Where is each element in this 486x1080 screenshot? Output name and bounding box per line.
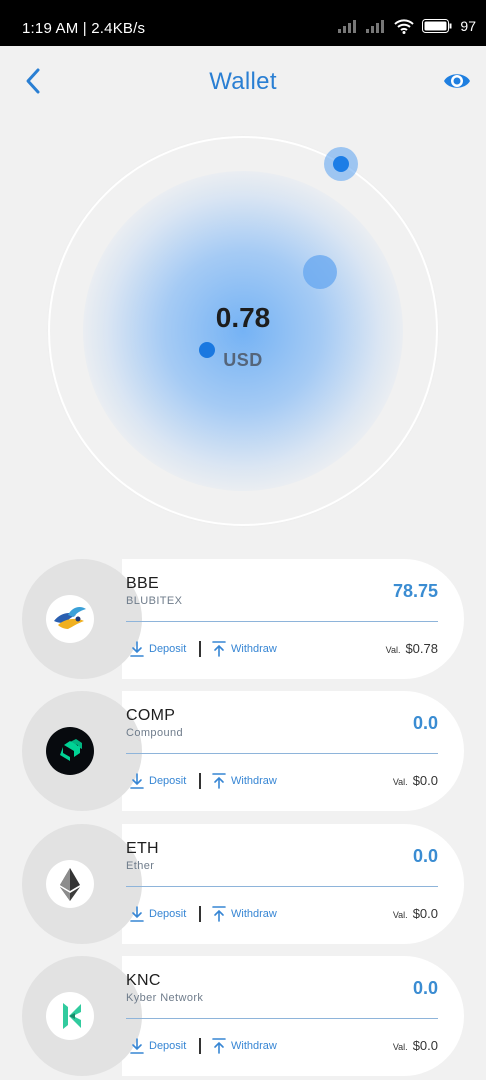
token-name: Kyber Network	[126, 992, 204, 1004]
balance-currency: USD	[223, 350, 263, 370]
balance-value: 0.78	[215, 302, 271, 333]
signal-icon-2	[366, 20, 385, 33]
kyber-icon	[46, 992, 94, 1040]
token-symbol: COMP	[126, 707, 176, 724]
divider	[126, 886, 438, 887]
battery-icon	[422, 19, 452, 33]
value-amount: $0.78	[405, 641, 438, 656]
status-time: 1:19 AM | 2.4KB/s	[22, 20, 146, 37]
deposit-button[interactable]: Deposit	[130, 906, 186, 922]
upload-icon	[212, 773, 226, 789]
token-name: BLUBITEX	[126, 595, 183, 607]
token-name: Ether	[126, 860, 155, 872]
divider	[126, 621, 438, 622]
token-symbol: KNC	[126, 972, 161, 989]
download-icon	[130, 1038, 144, 1054]
divider	[199, 773, 201, 789]
deposit-label: Deposit	[149, 643, 187, 655]
status-icons: 97	[338, 18, 476, 34]
download-icon	[130, 641, 144, 657]
value-amount: $0.0	[412, 1038, 438, 1053]
token-icon-container	[22, 824, 142, 944]
toggle-visibility-button[interactable]	[442, 68, 472, 94]
token-value: Val. $0.0	[393, 906, 438, 921]
divider	[199, 1038, 201, 1054]
deposit-button[interactable]: Deposit	[130, 773, 186, 789]
value-label: Val.	[392, 777, 408, 787]
divider	[126, 1018, 438, 1019]
deposit-button[interactable]: Deposit	[130, 1038, 186, 1054]
token-value: Val. $0.78	[386, 641, 438, 656]
token-icon-container	[22, 559, 142, 679]
token-card-comp[interactable]: COMP Compound 0.0 Deposit Withdraw Val. …	[22, 691, 464, 811]
token-amount: 0.0	[412, 713, 438, 733]
withdraw-button[interactable]: Withdraw	[212, 906, 277, 922]
deposit-label: Deposit	[149, 908, 187, 920]
download-icon	[130, 773, 144, 789]
token-name: Compound	[126, 727, 184, 739]
orbit-dot	[324, 147, 358, 181]
divider	[126, 753, 438, 754]
balance-display: 0.78 USD	[48, 136, 438, 526]
value-amount: $0.0	[412, 906, 438, 921]
signal-icon	[338, 20, 357, 33]
eye-icon	[444, 74, 470, 88]
ethereum-icon	[46, 860, 94, 908]
token-symbol: BBE	[126, 575, 159, 592]
withdraw-button[interactable]: Withdraw	[212, 641, 277, 657]
token-icon-container	[22, 691, 142, 811]
token-value: Val. $0.0	[393, 1038, 438, 1053]
upload-icon	[212, 906, 226, 922]
upload-icon	[212, 1038, 226, 1054]
wifi-icon	[394, 18, 415, 34]
withdraw-button[interactable]: Withdraw	[212, 773, 277, 789]
withdraw-button[interactable]: Withdraw	[212, 1038, 277, 1054]
value-label: Val.	[392, 1042, 408, 1052]
deposit-label: Deposit	[149, 1040, 187, 1052]
download-icon	[130, 906, 144, 922]
withdraw-label: Withdraw	[231, 908, 277, 920]
withdraw-label: Withdraw	[231, 643, 277, 655]
orbit-dot	[303, 255, 337, 289]
upload-icon	[212, 641, 226, 657]
deposit-button[interactable]: Deposit	[130, 641, 186, 657]
deposit-label: Deposit	[149, 775, 187, 787]
withdraw-label: Withdraw	[231, 775, 277, 787]
withdraw-label: Withdraw	[231, 1040, 277, 1052]
token-card-bbe[interactable]: BBE BLUBITEX 78.75 Deposit Withdraw Val.…	[22, 559, 464, 679]
compound-icon	[46, 727, 94, 775]
token-symbol: ETH	[126, 840, 159, 857]
token-card-eth[interactable]: ETH Ether 0.0 Deposit Withdraw Val. $0.0	[22, 824, 464, 944]
value-label: Val.	[392, 910, 408, 920]
header: Wallet	[0, 46, 486, 116]
token-value: Val. $0.0	[393, 773, 438, 788]
value-label: Val.	[385, 645, 401, 655]
divider	[199, 906, 201, 922]
blubitex-bird-icon	[46, 595, 94, 643]
page-title: Wallet	[209, 68, 277, 95]
token-icon-container	[22, 956, 142, 1076]
status-bar: 1:19 AM | 2.4KB/s 97	[0, 0, 486, 46]
token-amount: 0.0	[412, 846, 438, 866]
battery-percent: 97	[460, 18, 476, 34]
token-amount: 0.0	[412, 978, 438, 998]
value-amount: $0.0	[412, 773, 438, 788]
divider	[199, 641, 201, 657]
token-card-knc[interactable]: KNC Kyber Network 0.0 Deposit Withdraw V…	[22, 956, 464, 1076]
token-amount: 78.75	[392, 581, 438, 601]
